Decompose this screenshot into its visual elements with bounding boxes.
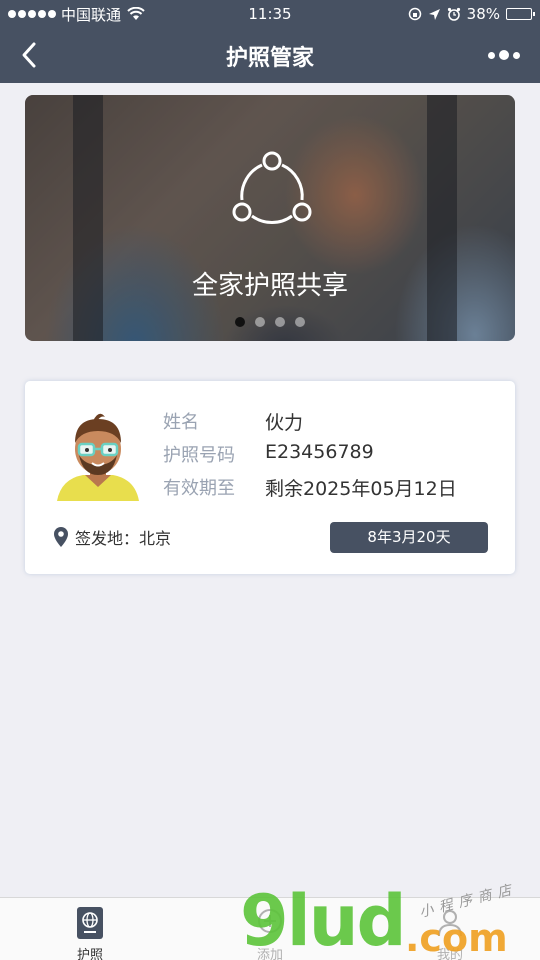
passport-card[interactable]: 姓名 伙力 护照号码 E23456789 有效期至 剩余2025年05月12日 … <box>25 381 515 574</box>
tab-add-label: 添加 <box>256 948 283 960</box>
carousel-dot[interactable] <box>255 317 265 327</box>
carousel-indicator <box>25 317 515 327</box>
remaining-time-badge: 8年3月20天 <box>330 522 488 553</box>
carousel-dot[interactable] <box>295 317 305 327</box>
location-pin-icon <box>54 527 68 547</box>
tab-add[interactable]: 添加 <box>225 906 315 960</box>
tab-passport[interactable]: 护照 <box>45 906 135 960</box>
carousel-dot[interactable] <box>275 317 285 327</box>
alarm-icon <box>447 7 460 21</box>
orientation-lock-icon <box>408 7 421 21</box>
banner-caption: 全家护照共享 <box>191 271 348 301</box>
battery-icon <box>506 8 535 20</box>
passport-number-label: 护照号码 <box>163 445 235 466</box>
more-dot-icon <box>513 51 520 59</box>
add-icon <box>258 909 282 933</box>
expiry-value: 剩余2025年05月12日 <box>265 478 457 500</box>
name-label: 姓名 <box>163 412 199 433</box>
tab-bar: 护照 添加 我的 <box>0 897 540 960</box>
page-title: 护照管家 <box>225 46 314 71</box>
expiry-label: 有效期至 <box>163 478 235 499</box>
tab-passport-label: 护照 <box>76 948 103 960</box>
name-value: 伙力 <box>265 412 304 434</box>
navigation-bar: 护照管家 <box>0 28 540 83</box>
status-bar: 中国联通 11:35 38% <box>0 0 540 28</box>
passport-number-value: E23456789 <box>265 441 374 463</box>
avatar <box>57 413 139 501</box>
banner-carousel[interactable]: 全家护照共享 <box>25 95 515 341</box>
tab-me-label: 我的 <box>436 948 463 960</box>
more-options-button[interactable] <box>484 42 524 68</box>
more-dot-icon <box>488 51 495 59</box>
share-icon <box>232 151 312 224</box>
carrier-name: 中国联通 <box>61 5 122 24</box>
more-dot-icon <box>499 50 509 60</box>
passport-icon <box>77 907 103 939</box>
location-arrow-icon <box>428 8 440 20</box>
battery-percent: 38% <box>466 5 500 23</box>
wifi-icon <box>127 7 145 20</box>
issue-place: 签发地：北京 <box>53 525 171 549</box>
signal-strength-icon <box>8 10 56 18</box>
tab-me[interactable]: 我的 <box>405 906 495 960</box>
carousel-dot[interactable] <box>235 317 245 327</box>
user-icon <box>438 910 462 937</box>
issue-place-text: 签发地：北京 <box>75 529 172 548</box>
status-right-group: 38% <box>408 5 535 23</box>
